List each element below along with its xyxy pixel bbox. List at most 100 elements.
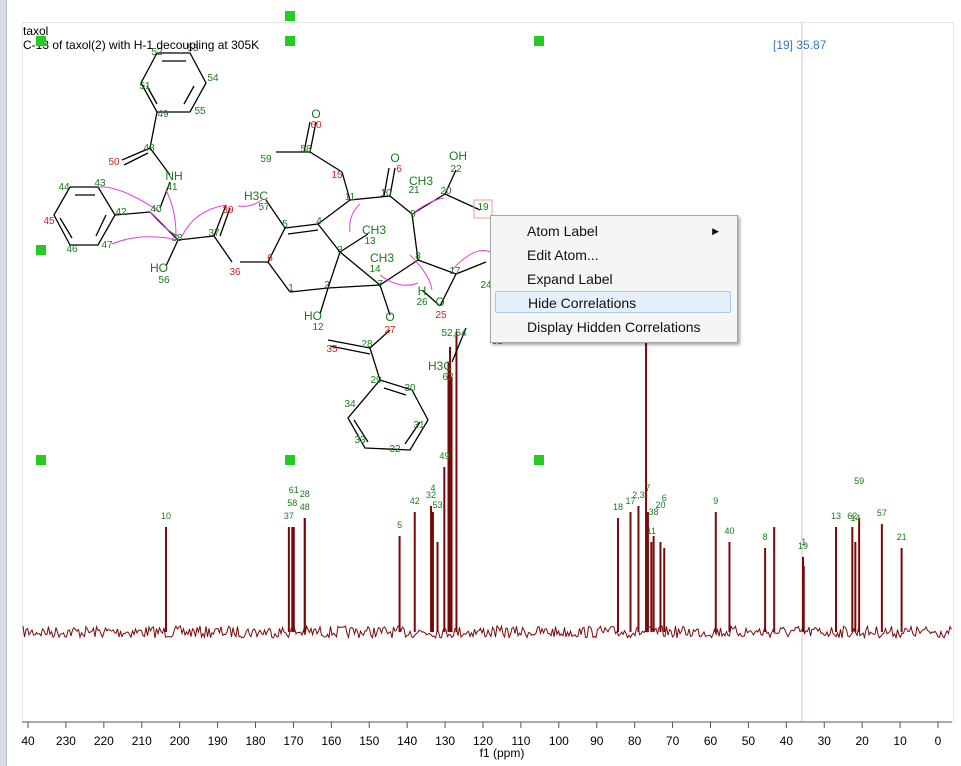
atom-label[interactable]: 26 [416,297,428,308]
x-tick-label: 160 [321,734,341,748]
atom-label[interactable]: 6 [267,253,273,264]
atom-label[interactable]: OH [449,149,467,163]
atom-label[interactable]: 37 [208,228,220,239]
atom-label[interactable]: 43 [94,178,106,189]
atom-label[interactable]: CH3 [370,251,394,265]
atom-label[interactable]: 20 [440,186,452,197]
spectrum-plot[interactable]: 10 3758614828542324534918172,371138206 940… [0,0,961,766]
atom-label[interactable]: 25 [435,310,447,321]
resize-handle-bottom-left[interactable] [36,455,46,465]
atom-label[interactable]: 9 [410,209,416,220]
menu-item-atom-label[interactable]: Atom Label ▶ [495,220,731,242]
peak-label: 40 [724,526,734,536]
context-menu: Atom Label ▶ Edit Atom... Expand Label H… [490,215,738,343]
atom-label[interactable]: O [390,151,399,165]
atom-label[interactable]: 6 [396,164,402,175]
x-tick-label: 100 [549,734,569,748]
atom-label[interactable]: 17 [449,266,461,277]
atom-label[interactable]: 8 [415,251,421,262]
resize-handle-bottom-mid[interactable] [285,455,295,465]
resize-handle-middle-left[interactable] [36,245,46,255]
resize-handle-top-right[interactable] [534,36,544,46]
atom-label[interactable]: 19 [477,202,489,213]
atom-label[interactable]: 42 [115,207,127,218]
x-tick-label: 40 [21,734,35,748]
atom-label[interactable]: 45 [43,216,55,227]
atom-label[interactable]: 11 [345,192,356,203]
atom-label[interactable]: O [435,295,444,309]
x-tick-label: 140 [397,734,417,748]
atom-label[interactable]: 35 [326,344,338,355]
menu-item-hide-correlations[interactable]: Hide Correlations [495,291,731,313]
atom-label[interactable]: H [418,284,427,298]
atom-label[interactable]: 7 [377,279,383,290]
atom-label[interactable]: 52,54 [441,328,466,339]
atom-label[interactable]: 27 [384,325,396,336]
resize-handle-top-mid[interactable] [285,36,295,46]
atom-label[interactable]: 2 [324,280,330,291]
atom-label[interactable]: 33 [354,435,366,446]
atom-label[interactable]: 58 [300,144,312,155]
menu-item-edit-atom[interactable]: Edit Atom... [495,244,731,266]
atom-label[interactable]: 31 [413,420,425,431]
menu-item-label: Edit Atom... [527,247,599,263]
atom-label[interactable]: 48 [143,143,155,154]
atom-label[interactable]: 59 [260,154,272,165]
atom-label[interactable]: 21 [408,185,420,196]
atom-label[interactable]: 22 [450,164,462,175]
atom-label[interactable]: 14 [369,264,381,275]
spectrum-subtitle: C-13 of taxol(2) with H-1 decoupling at … [23,38,260,52]
atom-label[interactable]: 39 [222,205,234,216]
atom-label[interactable]: 13 [364,236,376,247]
atom-label[interactable]: 30 [404,383,416,394]
atom-label[interactable]: 15 [331,170,343,181]
atom-label[interactable]: 32 [389,444,401,455]
atom-label[interactable]: 1 [288,283,294,294]
atom-label[interactable]: 62 [442,372,454,383]
menu-item-display-hidden-correlations[interactable]: Display Hidden Correlations [495,316,731,338]
atom-label[interactable]: 12 [312,322,324,333]
atom-label[interactable]: 50 [108,157,120,168]
atom-label[interactable]: 3 [337,245,343,256]
atom-label[interactable]: NH [165,169,182,183]
atom-label[interactable]: O [311,107,320,121]
resize-handle-top-center[interactable] [285,11,295,21]
atom-label[interactable]: 5 [282,219,288,230]
atom-label[interactable]: 57 [258,202,270,213]
atom-label[interactable]: O [385,310,394,324]
atom-label[interactable]: 28 [361,339,373,350]
taxol-structure[interactable] [53,52,487,451]
atom-label[interactable]: HO [150,261,168,275]
atom-label[interactable]: 46 [66,244,78,255]
atom-label[interactable]: 29 [370,375,382,386]
atom-label[interactable]: 44 [58,182,70,193]
cursor-readout: [19] 35.87 [773,38,827,52]
atom-label[interactable]: 55 [194,106,206,117]
atom-label[interactable]: 47 [101,240,113,251]
atom-label[interactable]: 34 [344,399,356,410]
atom-label[interactable]: 54 [207,73,219,84]
x-tick-label: 180 [245,734,265,748]
atom-label[interactable]: 60 [310,120,322,131]
atom-label[interactable]: 41 [166,182,178,193]
atom-label[interactable]: 51 [139,81,151,92]
x-axis-label: f1 (ppm) [480,746,525,760]
atom-label[interactable]: 38 [171,233,183,244]
peak-label: 21 [897,532,907,542]
atom-label[interactable]: 40 [150,204,162,215]
x-tick-label: 130 [435,734,455,748]
x-tick-label: 220 [94,734,114,748]
atom-label[interactable]: 56 [158,275,170,286]
atom-label[interactable]: H3C [244,189,268,203]
atom-label[interactable]: HO [304,309,322,323]
atom-label[interactable]: 4 [316,216,322,227]
menu-item-expand-label[interactable]: Expand Label [495,268,731,290]
peak-label: 53 [432,500,442,510]
resize-handle-top-left[interactable] [36,36,46,46]
atom-label[interactable]: 10 [380,188,392,199]
atom-label[interactable]: CH3 [362,223,386,237]
atom-label[interactable]: 49 [157,109,169,120]
atom-label[interactable]: H3C [428,359,452,373]
atom-label[interactable]: 36 [229,267,241,278]
resize-handle-bottom-right[interactable] [534,455,544,465]
